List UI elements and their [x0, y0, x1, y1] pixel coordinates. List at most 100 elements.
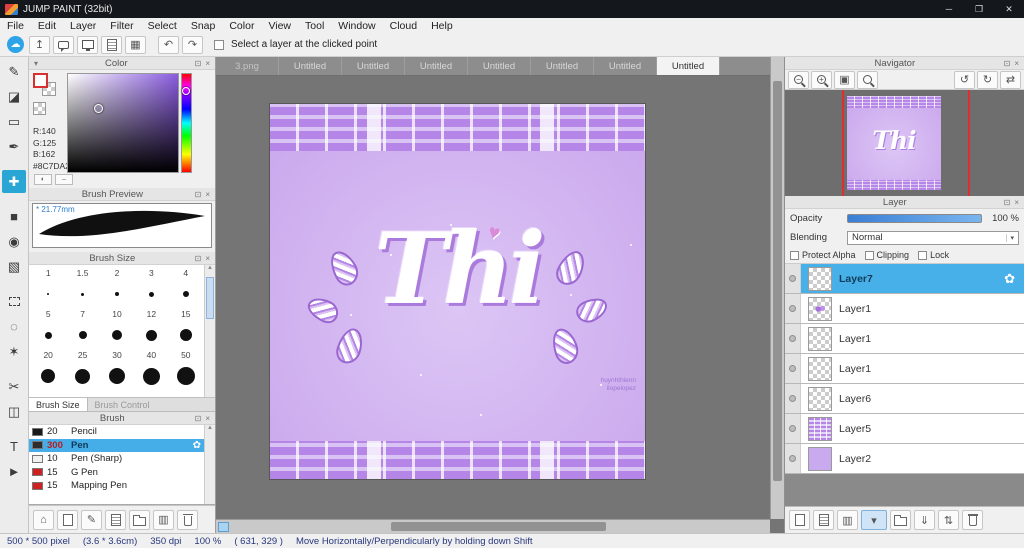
layer-visibility-toggle[interactable] [785, 414, 801, 443]
fit-window-button[interactable]: ▣ [834, 70, 855, 89]
opacity-slider[interactable] [847, 214, 982, 223]
brush-size-option[interactable]: 40 [134, 349, 168, 362]
horizontal-scroll-thumb[interactable] [391, 522, 606, 531]
maximize-button[interactable]: ❐ [964, 0, 994, 18]
text-tool[interactable]: T [2, 435, 26, 458]
brush-size-dot[interactable] [169, 362, 203, 390]
operation-tool[interactable]: ► [2, 460, 26, 483]
layer-settings-icon[interactable]: ✿ [1004, 271, 1015, 287]
layer-row-layer5[interactable]: Layer5 [785, 414, 1024, 444]
pages-button[interactable] [105, 509, 126, 530]
brush-size-option[interactable]: 30 [100, 349, 134, 362]
minimize-button[interactable]: ─ [934, 0, 964, 18]
brush-size-dot[interactable] [169, 280, 203, 308]
vertical-scroll-thumb[interactable] [773, 81, 782, 481]
home-button[interactable]: ⌂ [33, 509, 54, 530]
layer-row-layer7[interactable]: Layer7 ✿ [785, 264, 1024, 294]
brush-list-scrollbar[interactable]: ▲ [204, 425, 215, 504]
brush-item-pencil[interactable]: 20 Pencil [29, 425, 204, 439]
brush-size-dot[interactable] [100, 362, 134, 390]
brush-size-option[interactable]: 4 [169, 267, 203, 280]
open-folder-button[interactable] [129, 509, 150, 530]
layer-row-layer1b[interactable]: Layer1 [785, 324, 1024, 354]
menu-color[interactable]: Color [222, 20, 261, 32]
menu-help[interactable]: Help [424, 20, 460, 32]
redo-button[interactable]: ↷ [182, 35, 203, 54]
eraser-tool[interactable]: ◪ [2, 85, 26, 108]
brush-size-dot[interactable] [31, 280, 65, 308]
brush-size-option[interactable]: 10 [100, 308, 134, 321]
menu-file[interactable]: File [0, 20, 31, 32]
navigator-thumbnail[interactable]: Thi [847, 96, 941, 190]
brush-size-dot[interactable] [100, 321, 134, 349]
artwork-canvas[interactable]: Thi ♥ huynhthienn ilopelopez [270, 104, 645, 479]
marquee-tool[interactable]: ▭ [2, 110, 26, 133]
saturation-value-picker[interactable] [67, 73, 179, 173]
select-layer-checkbox[interactable] [214, 39, 224, 50]
brush-size-dot[interactable] [134, 362, 168, 390]
canvas-viewport[interactable]: Thi ♥ huynhthienn ilopelopez [216, 76, 770, 519]
layer-row-layer1c[interactable]: Layer1 [785, 354, 1024, 384]
rotate-ccw-button[interactable]: ↺ [954, 70, 975, 89]
brush-tool[interactable]: ✎ [2, 60, 26, 83]
brush-size-option[interactable]: 3 [134, 267, 168, 280]
float-panel-icon[interactable]: ⊡ [193, 414, 204, 423]
scroll-corner-button[interactable] [218, 522, 229, 532]
document-tab[interactable]: 3.png [216, 57, 279, 75]
export-button[interactable]: ↥ [29, 35, 50, 54]
brush-size-dot[interactable] [134, 280, 168, 308]
flip-horizontal-button[interactable]: ⇄ [1000, 70, 1021, 89]
brush-settings-icon[interactable]: ✿ [193, 440, 201, 451]
move-tool[interactable]: ✚ [2, 170, 26, 193]
brush-size-option[interactable]: 2 [100, 267, 134, 280]
close-panel-icon[interactable]: × [1012, 59, 1021, 68]
move-layer-button[interactable]: ⇅ [938, 510, 959, 530]
document-tab[interactable]: Untitled [405, 57, 468, 75]
brush-size-option[interactable]: 1 [31, 267, 65, 280]
document-tab[interactable]: Untitled [468, 57, 531, 75]
protect-alpha-checkbox[interactable] [790, 250, 799, 260]
lasso-tool[interactable]: ◌ [2, 315, 26, 338]
float-panel-icon[interactable]: ⊡ [1002, 198, 1013, 207]
brush-size-dot[interactable] [65, 362, 99, 390]
brush-size-option[interactable]: 12 [134, 308, 168, 321]
layer-menu-button[interactable]: ▾ [861, 510, 887, 530]
layer-visibility-toggle[interactable] [785, 324, 801, 353]
transparent-color-swatch[interactable] [33, 102, 46, 115]
layer-visibility-toggle[interactable] [785, 264, 801, 293]
merge-down-button[interactable]: ⇓ [914, 510, 935, 530]
menu-layer[interactable]: Layer [63, 20, 103, 32]
brush-size-dot[interactable] [31, 321, 65, 349]
panel-layout-button[interactable]: ▦ [125, 35, 146, 54]
layer-row-layer1a[interactable]: Layer1 [785, 294, 1024, 324]
document-tab-active[interactable]: Untitled [657, 57, 720, 75]
brush-size-dot[interactable] [100, 280, 134, 308]
close-panel-icon[interactable]: × [203, 414, 212, 423]
brush-size-option[interactable]: 20 [31, 349, 65, 362]
new-canvas-button[interactable] [57, 509, 78, 530]
brush-size-dot[interactable] [65, 280, 99, 308]
brush-size-dot[interactable] [65, 321, 99, 349]
menu-window[interactable]: Window [331, 20, 382, 32]
comment-button[interactable] [53, 35, 74, 54]
zoom-out-button[interactable]: − [788, 70, 809, 89]
tab-brush-size[interactable]: Brush Size [29, 398, 88, 411]
brush-item-pen[interactable]: 300 Pen ✿ [29, 438, 204, 452]
foreground-color-swatch[interactable] [33, 73, 48, 88]
brush-size-option[interactable]: 25 [65, 349, 99, 362]
close-button[interactable]: ✕ [994, 0, 1024, 18]
gradient-tool[interactable]: ▧ [2, 255, 26, 278]
add-layer-button[interactable] [813, 510, 834, 530]
pen-tool[interactable]: ✒ [2, 135, 26, 158]
brush-item-g-pen[interactable]: 15 G Pen [29, 466, 204, 480]
delete-layer-button[interactable] [962, 510, 983, 530]
close-panel-icon[interactable]: × [203, 190, 212, 199]
undo-button[interactable]: ↶ [158, 35, 179, 54]
float-panel-icon[interactable]: ⊡ [193, 254, 204, 263]
brush-size-option[interactable]: 50 [169, 349, 203, 362]
shape-fill-tool[interactable]: ■ [2, 205, 26, 228]
select-eraser-tool[interactable]: ◫ [2, 400, 26, 423]
brush-item-pen-sharp[interactable]: 10 Pen (Sharp) [29, 452, 204, 466]
hue-cursor[interactable] [182, 87, 190, 95]
panel-menu-icon[interactable]: ▾ [32, 59, 40, 68]
